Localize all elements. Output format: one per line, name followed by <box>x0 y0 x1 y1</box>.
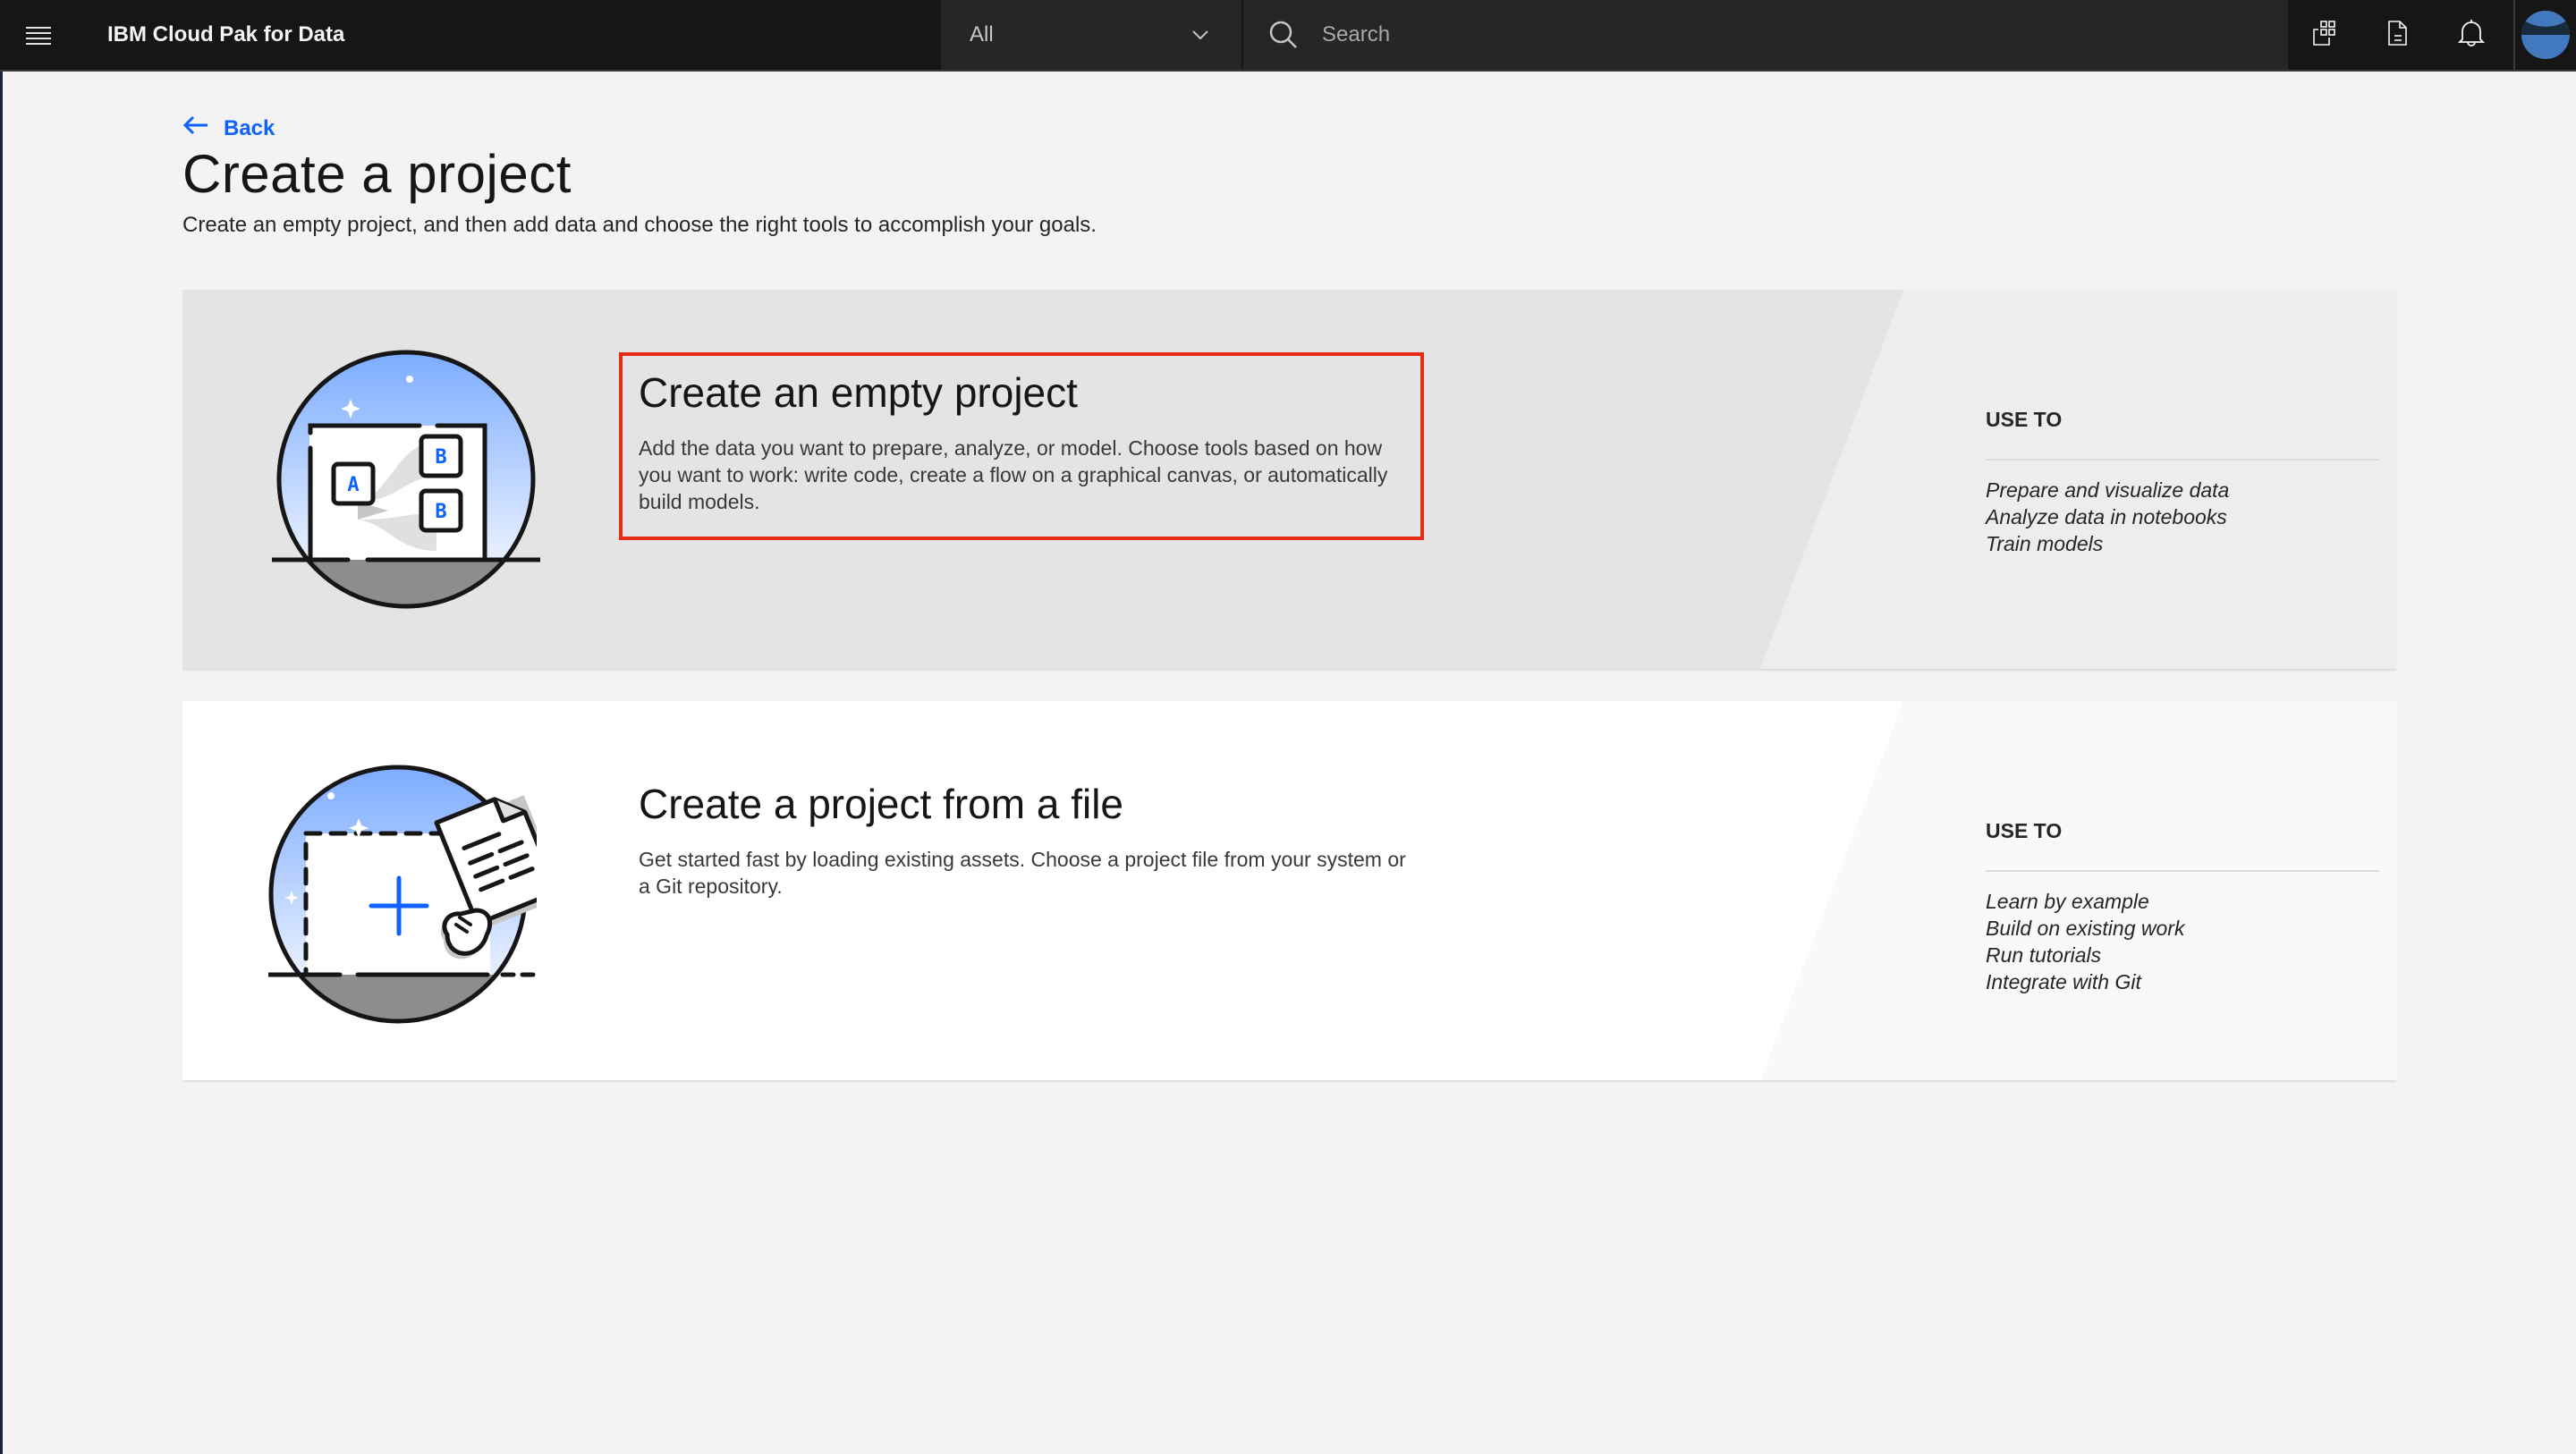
hamburger-menu-icon <box>26 27 51 45</box>
create-project-from-file-tile[interactable]: Create a project from a file Get started… <box>182 701 2397 1080</box>
window-left-edge <box>0 0 3 1454</box>
use-to-label: USE TO <box>1986 408 2379 461</box>
use-to-item: Build on existing work <box>1986 917 2185 940</box>
tile-title: Create a project from a file <box>639 781 1124 827</box>
illustration-label-b2: B <box>435 501 446 523</box>
tile-description: Add the data you want to prepare, analyz… <box>639 436 1388 513</box>
create-empty-project-tile[interactable]: A B B Create an empty project Add the da… <box>182 290 2397 669</box>
search-scope-dropdown[interactable]: All <box>941 0 1243 70</box>
apps-catalog-button[interactable] <box>2288 0 2361 70</box>
use-to-item: Analyze data in notebooks <box>1986 505 2227 528</box>
notifications-button[interactable] <box>2435 0 2508 70</box>
use-to-list: Learn by example Build on existing work … <box>1986 888 2379 995</box>
back-link[interactable]: Back <box>182 114 275 142</box>
use-to-panel: USE TO Learn by example Build on existin… <box>1986 819 2379 995</box>
arrow-left-icon <box>182 114 209 142</box>
use-to-item: Learn by example <box>1986 890 2149 913</box>
use-to-item: Train models <box>1986 532 2104 555</box>
back-link-label: Back <box>224 115 275 140</box>
page-subtitle: Create an empty project, and then add da… <box>182 213 1097 237</box>
page-title: Create a project <box>182 144 572 204</box>
illustration-label-a: A <box>347 474 359 496</box>
tile-description: Get started fast by loading existing ass… <box>639 848 1406 898</box>
search-icon <box>1268 20 1299 50</box>
use-to-item: Integrate with Git <box>1986 970 2141 993</box>
use-to-item: Prepare and visualize data <box>1986 478 2230 502</box>
use-to-list: Prepare and visualize data Analyze data … <box>1986 477 2379 557</box>
illustration-label-b1: B <box>435 446 446 469</box>
tile-content: Create a project from a file Get started… <box>639 780 1408 900</box>
documentation-button[interactable] <box>2361 0 2435 70</box>
bell-icon <box>2457 18 2486 53</box>
tile-title: Create an empty project <box>639 369 1078 416</box>
use-to-item: Run tutorials <box>1986 943 2102 967</box>
document-icon <box>2386 20 2410 51</box>
catalog-icon <box>2311 20 2338 51</box>
use-to-panel: USE TO Prepare and visualize data Analyz… <box>1986 408 2379 557</box>
product-name: IBM Cloud Pak for Data <box>107 22 345 46</box>
menu-button[interactable] <box>0 0 77 72</box>
global-search <box>1243 0 2288 70</box>
header-actions <box>2288 0 2576 70</box>
project-from-file-illustration <box>268 765 537 1024</box>
use-to-label: USE TO <box>1986 819 2379 872</box>
empty-project-illustration: A B B <box>272 350 540 609</box>
tile-content: Create an empty project Add the data you… <box>639 368 1408 515</box>
chevron-down-icon <box>1191 30 1209 40</box>
search-scope-value: All <box>970 22 994 46</box>
search-input[interactable] <box>1322 22 2127 47</box>
user-profile-button[interactable] <box>2515 0 2576 70</box>
avatar <box>2521 11 2570 59</box>
top-navigation-bar: IBM Cloud Pak for Data All <box>0 0 2576 72</box>
